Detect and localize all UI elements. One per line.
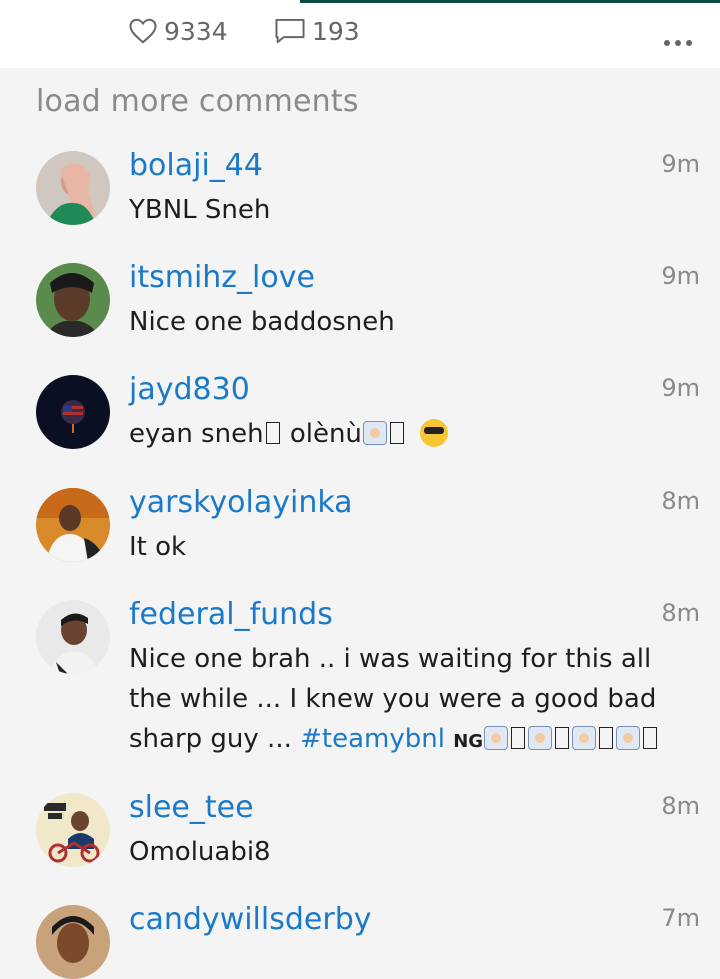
comment-time: 9m: [661, 150, 700, 178]
avatar[interactable]: [36, 488, 110, 562]
comment-text-part: eyan sneh: [129, 419, 264, 449]
comment-time: 8m: [661, 487, 700, 515]
more-options-icon[interactable]: [664, 36, 700, 50]
raising-hands-emoji-icon: [572, 726, 597, 750]
comment-time: 9m: [661, 374, 700, 402]
comment-text-line: sharp guy ... #teamybnl NG: [129, 719, 689, 762]
progress-line: [0, 0, 720, 3]
comment-text: Omoluabi8: [129, 837, 271, 867]
missing-glyph-icon: [265, 422, 280, 444]
raising-hands-emoji-icon: [362, 421, 387, 445]
avatar[interactable]: [36, 600, 110, 674]
victory-hand-emoji-icon: [484, 726, 509, 750]
comment-count: 193: [312, 16, 360, 46]
hashtag-link[interactable]: #teamybnl: [300, 724, 445, 754]
like-count: 9334: [164, 16, 228, 46]
comment-text-line: the while ... I knew you were a good bad: [129, 684, 657, 714]
missing-glyph-icon: [511, 727, 526, 749]
avatar[interactable]: [36, 793, 110, 867]
comment-time: 9m: [661, 262, 700, 290]
comment-time: 8m: [661, 792, 700, 820]
comment-button[interactable]: 193: [274, 14, 360, 48]
missing-glyph-icon: [555, 727, 570, 749]
comment-icon: [275, 18, 305, 44]
avatar[interactable]: [36, 151, 110, 225]
comment-username[interactable]: bolaji_44: [129, 148, 263, 183]
flag-label: NG: [453, 731, 484, 752]
missing-glyph-icon: [389, 422, 404, 444]
avatar[interactable]: [36, 263, 110, 337]
avatar[interactable]: [36, 375, 110, 449]
comment-text-part: olènù: [281, 419, 362, 449]
comment-time: 8m: [661, 599, 700, 627]
heart-icon: [129, 18, 157, 44]
load-more-comments[interactable]: load more comments: [36, 84, 359, 119]
comment-time: 7m: [661, 904, 700, 932]
raising-hands-emoji-icon: [616, 726, 641, 750]
comment-username[interactable]: slee_tee: [129, 790, 254, 825]
avatar[interactable]: [36, 905, 110, 979]
raising-hands-emoji-icon: [528, 726, 553, 750]
comment-username[interactable]: jayd830: [129, 372, 250, 407]
comment-text: YBNL Sneh: [129, 195, 271, 225]
comment-text: eyan sneh olènù: [129, 414, 689, 454]
like-button[interactable]: 9334: [128, 14, 228, 48]
missing-glyph-icon: [599, 727, 614, 749]
comment-username[interactable]: yarskyolayinka: [129, 485, 353, 520]
comment-text-line: Nice one brah .. i was waiting for this …: [129, 644, 652, 674]
missing-glyph-icon: [643, 727, 658, 749]
comment-username[interactable]: itsmihz_love: [129, 260, 315, 295]
post-action-bar: 9334 193: [0, 0, 720, 68]
comment-text: It ok: [129, 532, 187, 562]
comment-username[interactable]: federal_funds: [129, 597, 333, 632]
comment-text-part: sharp guy ...: [129, 724, 301, 754]
sunglasses-emoji-icon: [419, 419, 448, 447]
comment-text: Nice one brah .. i was waiting for this …: [129, 639, 689, 762]
comment-text: Nice one baddosneh: [129, 307, 395, 337]
comment-username[interactable]: candywillsderby: [129, 902, 372, 937]
